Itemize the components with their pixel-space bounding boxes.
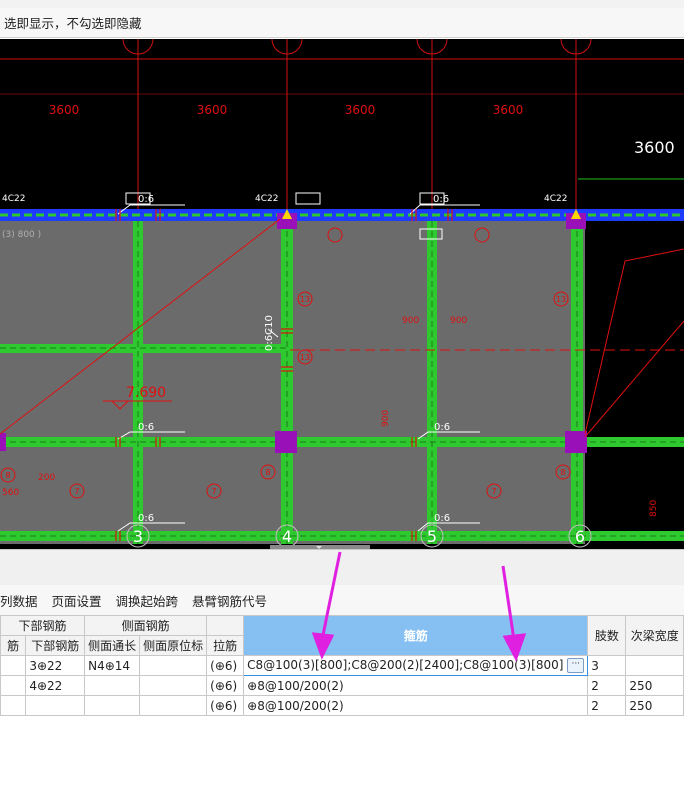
rebar-table-container: 下部钢筋 侧面钢筋 箍筋 肢数 次梁宽度 筋 下部钢筋 侧面通长 侧面原位标 拉…	[0, 615, 684, 716]
cell-legs[interactable]: 2	[587, 675, 627, 696]
ellipsis-button[interactable]: ···	[567, 658, 585, 673]
callout-number: 8	[5, 471, 10, 480]
callout-number: 13	[300, 295, 310, 304]
slab-label: 900	[402, 316, 419, 326]
toolbar-swap-start-span[interactable]: 调换起始跨	[116, 591, 179, 610]
hint-text: 选即显示，不勾选即隐藏	[4, 16, 142, 31]
cell-bottom[interactable]: 4⊕22	[25, 675, 86, 696]
cell-stirrup[interactable]: ⊕8@100/200(2)	[243, 675, 589, 696]
beam-mark: 0:6	[433, 194, 449, 205]
cell-bottom[interactable]: 3⊕22	[25, 655, 86, 676]
rebar-label: 4C22	[544, 194, 567, 204]
slab-label: 900	[381, 410, 391, 427]
cell-side-through[interactable]	[84, 675, 141, 696]
group-header-bottom: 下部钢筋	[0, 615, 86, 636]
cell-tie[interactable]: (⊕6)	[206, 655, 245, 676]
callout-number: 13	[556, 295, 566, 304]
cell-side-inplace[interactable]	[139, 695, 208, 716]
stirrup-value[interactable]: C8@100(3)[800];C8@200(2)[2400];C8@100(3)…	[247, 658, 563, 672]
dim-label: 3600	[49, 103, 80, 117]
beam-mark: 0:6	[138, 194, 154, 205]
cell-legs[interactable]: 3	[587, 655, 627, 676]
right-dim-label: 3600	[634, 138, 675, 157]
callout-number: 8	[265, 468, 270, 477]
header-secondary-width[interactable]: 次梁宽度	[625, 615, 684, 656]
cell-secondary-width[interactable]	[625, 655, 684, 676]
dim-label: 3600	[493, 103, 524, 117]
axis-number: 4	[282, 527, 292, 546]
cad-drawing-viewport[interactable]: 3600 3600 3600 3600 3600 4C22 4C22 4C22 …	[0, 39, 684, 549]
slab-label: 560	[2, 488, 19, 498]
cell-legs[interactable]: 2	[587, 695, 627, 716]
cell-bottom[interactable]	[25, 695, 86, 716]
slab-label: 850	[649, 500, 659, 517]
rebar-label: 4C22	[255, 194, 278, 204]
header-side-inplace[interactable]: 侧面原位标	[139, 635, 208, 656]
cell-side-through[interactable]: N4⊕14	[84, 655, 141, 676]
header-col0[interactable]: 筋	[0, 635, 27, 656]
beam-vertical-label: 0:6C10	[264, 315, 275, 351]
callout-number: 7	[491, 487, 496, 496]
display-hint-bar: 选即显示，不勾选即隐藏	[0, 8, 684, 38]
dim-label: 3600	[345, 103, 376, 117]
table-row[interactable]: 4⊕22 (⊕6) ⊕8@100/200(2) 2 250	[0, 675, 684, 696]
cell-stirrup-editing[interactable]: C8@100(3)[800];C8@200(2)[2400];C8@100(3)…	[243, 655, 589, 676]
slab-label: 200	[38, 473, 55, 483]
header-bottom-rebar[interactable]: 下部钢筋	[25, 635, 86, 656]
header-tie[interactable]: 拉筋	[206, 635, 245, 656]
axis-number: 3	[133, 527, 143, 546]
column[interactable]	[565, 431, 587, 453]
table-row[interactable]: 3⊕22 N4⊕14 (⊕6) C8@100(3)[800];C8@200(2)…	[0, 655, 684, 676]
axis-number: 5	[427, 527, 437, 546]
table-row[interactable]: (⊕6) ⊕8@100/200(2) 2 250	[0, 695, 684, 716]
beam-mark: 0:6	[434, 422, 450, 433]
note-text: (3) 800 )	[2, 230, 41, 240]
group-header-side: 侧面钢筋	[84, 615, 208, 636]
cell-side-through[interactable]	[84, 695, 141, 716]
dim-label: 3600	[197, 103, 228, 117]
rebar-label: 4C22	[2, 194, 25, 204]
header-side-through[interactable]: 侧面通长	[84, 635, 141, 656]
cell-side-inplace[interactable]	[139, 675, 208, 696]
column[interactable]	[0, 433, 6, 451]
grid-toolbar: 列数据 页面设置 调换起始跨 悬臂钢筋代号	[0, 585, 684, 615]
column[interactable]	[275, 431, 297, 453]
cell-tie[interactable]: (⊕6)	[206, 695, 245, 716]
cell-secondary-width[interactable]: 250	[625, 695, 684, 716]
callout-number: 13	[300, 353, 310, 362]
cell-tie[interactable]: (⊕6)	[206, 675, 245, 696]
cad-canvas[interactable]: 3600 3600 3600 3600 3600 4C22 4C22 4C22 …	[0, 39, 684, 549]
callout-number: 8	[560, 468, 565, 477]
elevation-label: 7.690	[126, 385, 166, 401]
beam-mark: 0:6	[138, 513, 154, 524]
cell-side-inplace[interactable]	[139, 655, 208, 676]
cell-stirrup[interactable]: ⊕8@100/200(2)	[243, 695, 589, 716]
header-legs[interactable]: 肢数	[587, 615, 627, 656]
slab-label: 900	[450, 316, 467, 326]
toolbar-cantilever-code[interactable]: 悬臂钢筋代号	[192, 591, 267, 610]
toolbar-page-setup[interactable]: 页面设置	[52, 591, 102, 610]
beam-mark: 0:6	[138, 422, 154, 433]
axis-number: 6	[575, 527, 585, 546]
header-stirrup[interactable]: 箍筋	[243, 615, 589, 656]
rebar-table: 下部钢筋 侧面钢筋 箍筋 肢数 次梁宽度 筋 下部钢筋 侧面通长 侧面原位标 拉…	[0, 615, 684, 716]
cell-secondary-width[interactable]: 250	[625, 675, 684, 696]
panel-gap	[0, 549, 684, 586]
callout-number: 7	[211, 487, 216, 496]
callout-number: 7	[74, 487, 79, 496]
beam-mark: 0:6	[434, 513, 450, 524]
toolbar-column-data[interactable]: 列数据	[0, 591, 38, 610]
